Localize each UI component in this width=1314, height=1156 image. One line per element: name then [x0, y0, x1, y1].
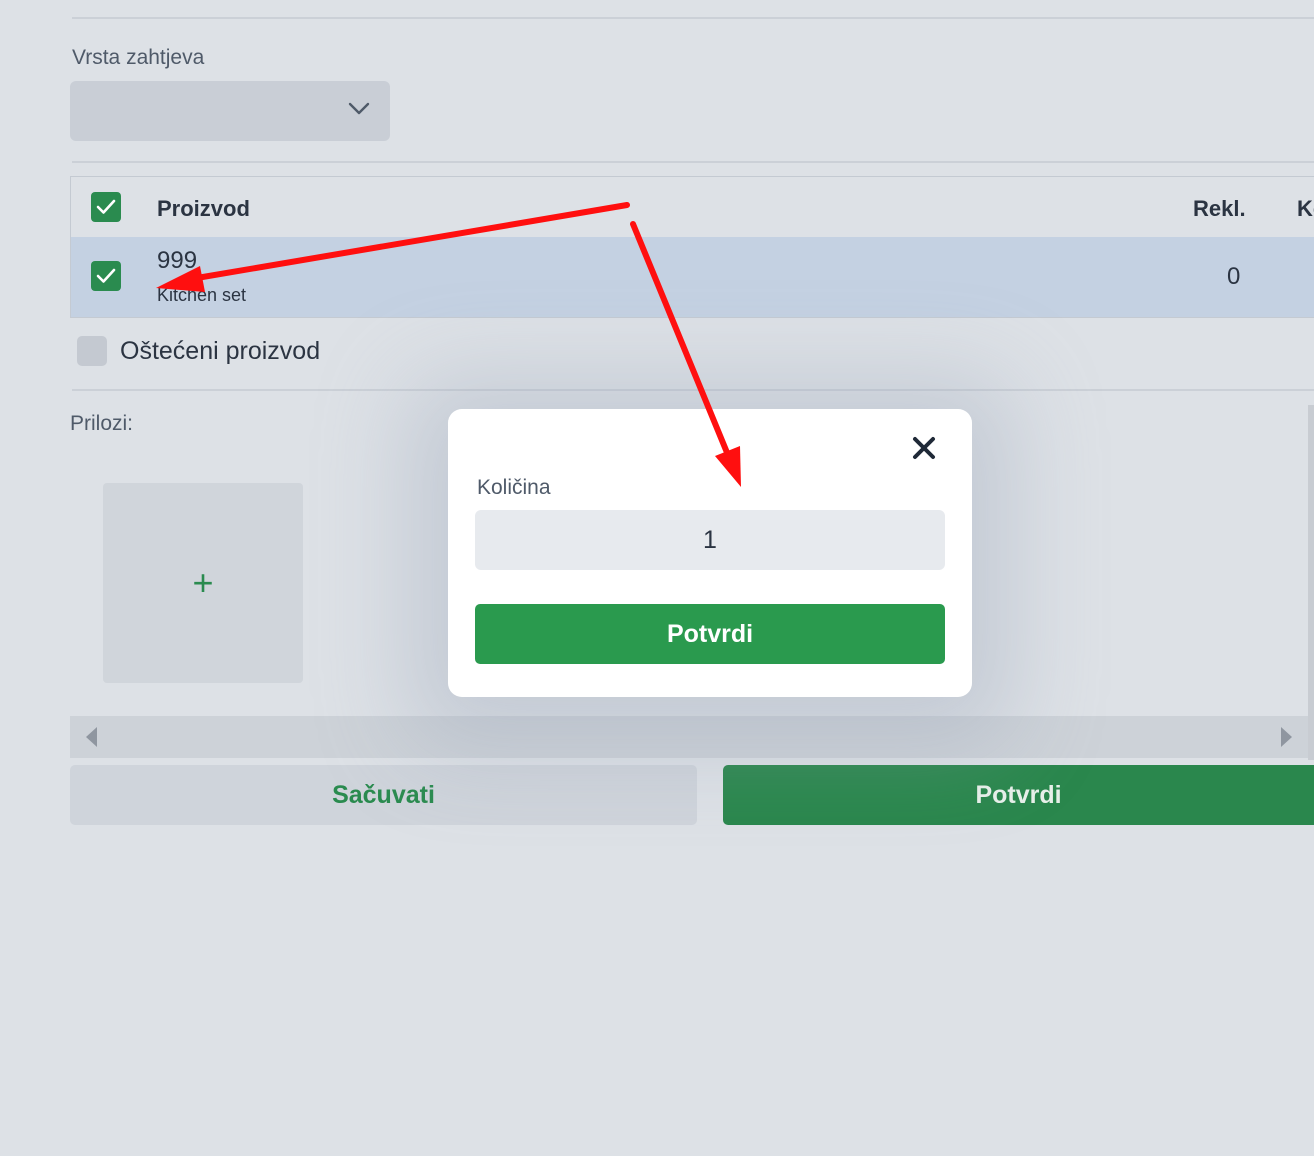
- column-header-product[interactable]: Proizvod: [157, 196, 250, 222]
- request-type-label: Vrsta zahtjeva: [72, 46, 205, 69]
- table-row[interactable]: 999 Kitchen set 0: [71, 237, 1314, 317]
- attachments-divider: [72, 389, 1314, 391]
- table-header: Proizvod Rekl. Ko: [71, 177, 1314, 237]
- section-divider: [72, 161, 1314, 163]
- attachments-label: Prilozi:: [70, 412, 134, 435]
- quantity-input[interactable]: [475, 510, 945, 570]
- save-button[interactable]: Sačuvati: [70, 765, 697, 825]
- scroll-right-icon[interactable]: [1281, 727, 1292, 747]
- confirm-button[interactable]: Potvrdi: [723, 765, 1314, 825]
- product-code: 999: [157, 247, 198, 274]
- damaged-checkbox[interactable]: [77, 336, 107, 366]
- request-type-select[interactable]: [70, 81, 390, 141]
- column-header-rekl[interactable]: Rekl.: [1193, 196, 1246, 222]
- damaged-label[interactable]: Oštećeni proizvod: [120, 337, 320, 366]
- rekl-value: 0: [1227, 263, 1241, 290]
- check-icon: [96, 268, 116, 283]
- horizontal-scrollbar[interactable]: [70, 716, 1308, 758]
- select-all-checkbox[interactable]: [91, 192, 121, 222]
- check-icon: [96, 199, 116, 214]
- top-divider: [72, 17, 1314, 19]
- product-name: Kitchen set: [157, 285, 247, 305]
- chevron-down-icon: [348, 102, 370, 115]
- product-table: Proizvod Rekl. Ko 999 Kitchen set 0: [70, 176, 1314, 318]
- close-icon[interactable]: [910, 434, 938, 462]
- row-checkbox[interactable]: [91, 261, 121, 291]
- column-header-next[interactable]: Ko: [1297, 196, 1314, 222]
- quantity-modal: Količina Potvrdi: [448, 409, 972, 697]
- add-attachment-button[interactable]: +: [103, 483, 303, 683]
- scroll-left-icon[interactable]: [86, 727, 97, 747]
- page: Vrsta zahtjeva Proizvod Rekl. Ko 999: [0, 0, 1314, 1156]
- quantity-label: Količina: [477, 476, 551, 499]
- modal-confirm-button[interactable]: Potvrdi: [475, 604, 945, 664]
- vertical-scrollbar[interactable]: [1308, 405, 1314, 760]
- plus-icon: +: [192, 562, 214, 603]
